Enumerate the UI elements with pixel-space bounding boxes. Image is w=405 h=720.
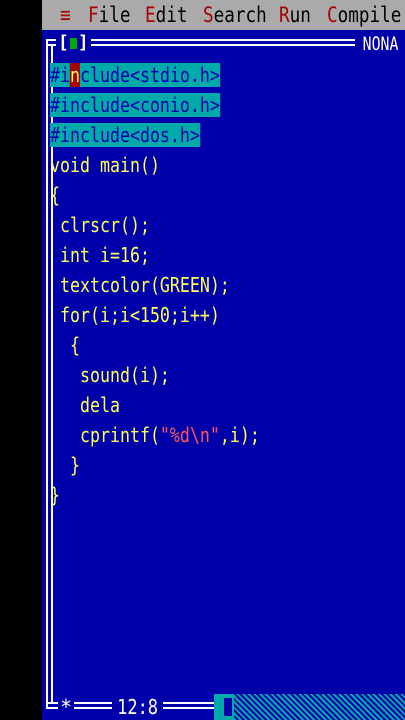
- menu-search-hotkey: S: [203, 3, 214, 27]
- scrollbar-thumb[interactable]: [224, 698, 232, 716]
- code-line-8[interactable]: textcolor(GREEN);: [50, 270, 345, 300]
- system-menu[interactable]: ≡: [60, 0, 71, 30]
- menu-edit[interactable]: Edit: [145, 0, 187, 30]
- code-line-6[interactable]: clrscr();: [50, 210, 345, 240]
- menu-run-label: un: [289, 3, 311, 27]
- window-frame-top: [46, 39, 355, 41]
- code-line-3[interactable]: #include<dos.h>: [50, 120, 345, 150]
- selection-start: #i: [50, 63, 70, 87]
- selection-rest: clude<stdio.h>: [79, 63, 220, 87]
- menu-search[interactable]: Search: [203, 0, 267, 30]
- menu-compile-label: ompile: [337, 3, 402, 27]
- code-line-1[interactable]: #include<stdio.h>: [50, 60, 345, 90]
- ide-screen: ≡ File Edit Search Run Compile [] NONA #…: [42, 0, 405, 720]
- cursor-position: 12:8: [112, 694, 164, 720]
- code-line-7[interactable]: int i=16;: [50, 240, 345, 270]
- window-close-button[interactable]: []: [56, 33, 91, 53]
- string-literal: "%d\n": [159, 423, 220, 447]
- code-line-2[interactable]: #include<conio.h>: [50, 90, 345, 120]
- code-line-13[interactable]: cprintf("%d\n",i);: [50, 420, 345, 450]
- menu-compile[interactable]: Compile: [327, 0, 401, 30]
- menu-run-hotkey: R: [279, 3, 290, 27]
- close-box-right: ]: [77, 32, 89, 53]
- close-icon: [69, 38, 77, 49]
- modified-indicator: *: [58, 695, 74, 719]
- close-box-left: [: [58, 32, 69, 53]
- menu-file[interactable]: File: [88, 0, 130, 30]
- code-line-5[interactable]: {: [50, 180, 345, 210]
- menu-edit-hotkey: E: [145, 3, 156, 27]
- horizontal-scrollbar[interactable]: [214, 694, 405, 720]
- window-title: NONA: [358, 32, 399, 56]
- selected-text: #include<dos.h>: [50, 123, 200, 147]
- code-line-11[interactable]: sound(i);: [50, 360, 345, 390]
- menu-bar: ≡ File Edit Search Run Compile: [42, 0, 405, 30]
- menu-compile-hotkey: C: [327, 3, 338, 27]
- code-line-12[interactable]: dela: [50, 390, 345, 420]
- code-line-10[interactable]: {: [50, 330, 345, 360]
- menu-edit-label: dit: [155, 3, 188, 27]
- menu-file-label: ile: [98, 3, 131, 27]
- code-line-9[interactable]: for(i;i<150;i++): [50, 300, 345, 330]
- window-frame-left: [46, 39, 48, 709]
- code-editor[interactable]: #include<stdio.h> #include<conio.h> #inc…: [50, 60, 405, 510]
- code-line-15[interactable]: }: [50, 480, 345, 510]
- window-frame-top-inner: [46, 44, 355, 46]
- menu-search-label: earch: [213, 3, 267, 27]
- code-text: cprintf(: [50, 423, 160, 447]
- code-text: ,i);: [219, 423, 260, 447]
- menu-file-hotkey: F: [88, 3, 99, 27]
- code-line-4[interactable]: void main(): [50, 150, 345, 180]
- code-line-14[interactable]: }: [50, 450, 345, 480]
- selected-text: #include<conio.h>: [50, 93, 220, 117]
- menu-run[interactable]: Run: [279, 0, 311, 30]
- text-cursor: n: [69, 63, 80, 87]
